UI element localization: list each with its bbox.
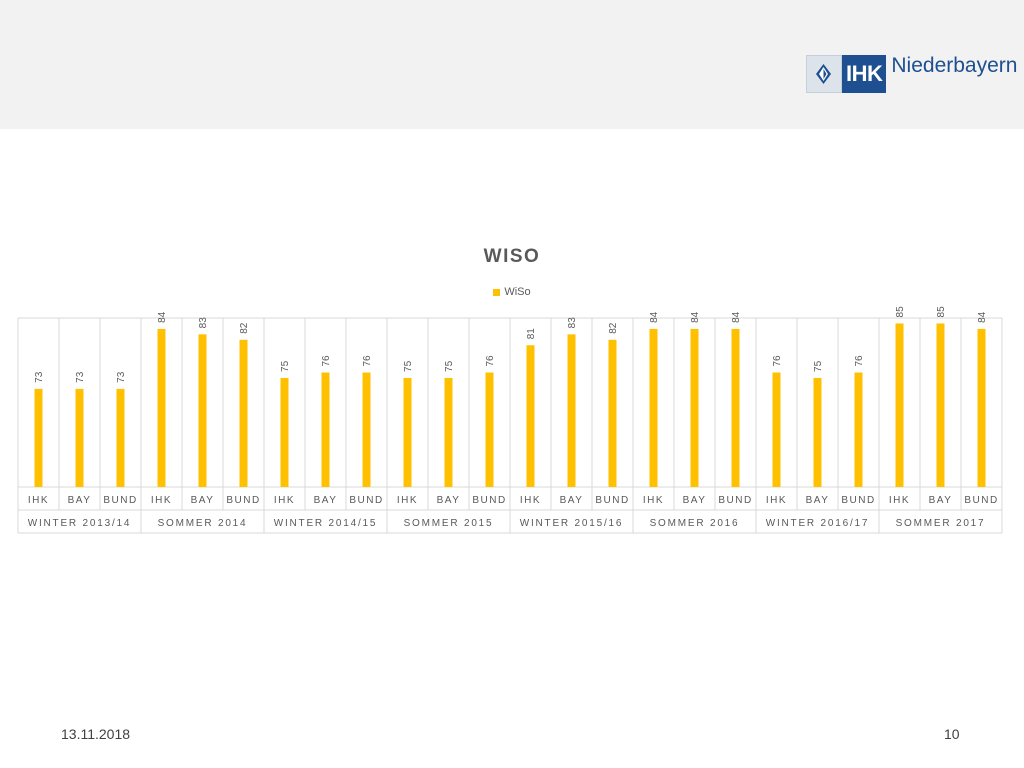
bar <box>116 388 125 487</box>
bar <box>280 377 289 487</box>
bar <box>198 334 207 487</box>
x-tick-label: BUND <box>103 495 137 506</box>
bar <box>362 372 371 487</box>
group-label: SOMMER 2015 <box>404 518 494 529</box>
data-label: 75 <box>813 360 824 372</box>
bar-chart: 73 IHK 73 BAY 73 BUND 84 IHK 83 BAY 82 BUND 75 IHK 76 B… <box>17 306 1003 534</box>
group-label: WINTER 2015/16 <box>520 518 624 529</box>
bar <box>608 339 617 487</box>
bar <box>526 345 535 487</box>
data-label: 83 <box>198 317 209 329</box>
x-tick-label: BUND <box>349 495 383 506</box>
ihk-emblem-icon <box>806 55 842 93</box>
bar <box>772 372 781 487</box>
data-label: 84 <box>157 311 168 323</box>
data-label: 76 <box>772 355 783 367</box>
data-label: 76 <box>362 355 373 367</box>
data-label: 82 <box>239 322 250 334</box>
bar <box>690 328 699 487</box>
bar <box>977 328 986 487</box>
x-tick-label: BAY <box>560 495 584 506</box>
data-label: 75 <box>444 360 455 372</box>
data-label: 82 <box>608 322 619 334</box>
x-tick-label: BAY <box>437 495 461 506</box>
bar <box>936 323 945 487</box>
x-tick-label: IHK <box>397 495 418 506</box>
data-label: 75 <box>280 360 291 372</box>
data-label: 73 <box>116 371 127 383</box>
x-tick-label: BUND <box>718 495 752 506</box>
x-tick-label: BUND <box>964 495 998 506</box>
x-tick-label: BUND <box>595 495 629 506</box>
data-label: 81 <box>526 328 537 340</box>
data-label: 73 <box>75 371 86 383</box>
bar <box>854 372 863 487</box>
chart-area: WISO WiSo 73 IHK 73 BAY 73 BUND 84 IHK 83 BAY 82 BU… <box>0 230 1024 540</box>
data-label: 75 <box>403 360 414 372</box>
data-label: 84 <box>731 311 742 323</box>
page-number: 10 <box>944 726 960 742</box>
bar <box>485 372 494 487</box>
x-tick-label: BUND <box>841 495 875 506</box>
x-tick-label: BAY <box>191 495 215 506</box>
bar <box>157 328 166 487</box>
bar <box>567 334 576 487</box>
ihk-logo: IHK Niederbayern <box>806 54 1017 94</box>
bar <box>34 388 43 487</box>
data-label: 85 <box>936 306 947 318</box>
x-tick-label: BAY <box>314 495 338 506</box>
group-label: SOMMER 2016 <box>650 518 740 529</box>
bar <box>731 328 740 487</box>
data-label: 84 <box>649 311 660 323</box>
x-tick-label: IHK <box>889 495 910 506</box>
x-tick-label: BUND <box>226 495 260 506</box>
data-label: 85 <box>895 306 906 318</box>
bar <box>895 323 904 487</box>
data-label: 84 <box>690 311 701 323</box>
x-tick-label: IHK <box>274 495 295 506</box>
data-label: 84 <box>977 311 988 323</box>
logo-name-text: Niederbayern <box>891 54 1018 77</box>
x-tick-label: BAY <box>68 495 92 506</box>
bar <box>649 328 658 487</box>
x-tick-label: IHK <box>28 495 49 506</box>
group-label: SOMMER 2014 <box>158 518 248 529</box>
data-label: 76 <box>854 355 865 367</box>
group-label: SOMMER 2017 <box>896 518 986 529</box>
x-tick-label: BAY <box>806 495 830 506</box>
data-label: 83 <box>567 317 578 329</box>
data-label: 76 <box>321 355 332 367</box>
bar <box>239 339 248 487</box>
group-label: WINTER 2013/14 <box>28 518 132 529</box>
bar <box>444 377 453 487</box>
x-tick-label: IHK <box>520 495 541 506</box>
logo-ihk-text: IHK <box>842 55 887 93</box>
bar <box>75 388 84 487</box>
bar <box>403 377 412 487</box>
x-tick-label: IHK <box>151 495 172 506</box>
group-label: WINTER 2016/17 <box>766 518 870 529</box>
x-tick-label: BAY <box>929 495 953 506</box>
group-label: WINTER 2014/15 <box>274 518 378 529</box>
footer-date: 13.11.2018 <box>61 726 131 742</box>
x-tick-label: IHK <box>766 495 787 506</box>
x-tick-label: BAY <box>683 495 707 506</box>
data-label: 73 <box>34 371 45 383</box>
x-tick-label: BUND <box>472 495 506 506</box>
bar <box>321 372 330 487</box>
bar <box>813 377 822 487</box>
data-label: 76 <box>485 355 496 367</box>
x-tick-label: IHK <box>643 495 664 506</box>
